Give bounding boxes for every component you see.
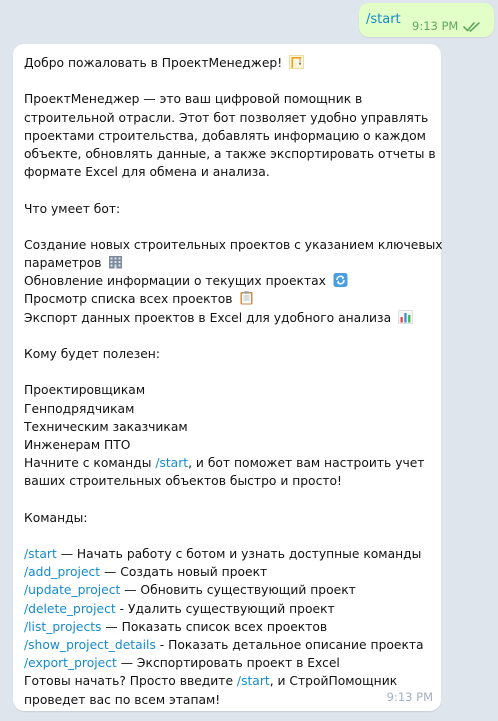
building-emoji [109, 256, 123, 269]
commands-title: Команды: [24, 510, 88, 525]
command-row: /update_project — Обновить существующий … [24, 581, 436, 599]
crane-emoji [289, 55, 304, 69]
closing-prefix: Готовы начать? Просто введите [24, 674, 237, 689]
outgoing-message-meta: 9:13 PM [412, 19, 481, 33]
feature-item: параметров [24, 254, 436, 272]
closing-line: Готовы начать? Просто введите /start, и … [24, 672, 436, 690]
command-row: /list_projects — Показать список всех пр… [24, 618, 436, 636]
feature-item-text: Обновление информации о текущих проектах [24, 274, 326, 289]
command-description: — Создать новый проект [100, 565, 268, 580]
welcome-text: Добро пожаловать в ПроектМенеджер! [24, 56, 283, 70]
refresh-emoji [333, 273, 348, 288]
feature-item-text: Экспорт данных проектов в Excel для удоб… [24, 310, 392, 325]
feature-item: Экспорт данных проектов в Excel для удоб… [24, 309, 436, 327]
double-check-icon [463, 21, 481, 32]
intro-line: объекте, обновлять данные, а также экспо… [24, 146, 436, 161]
command-description: - Показать детальное описание проекта [155, 638, 424, 652]
audience-item: Проектировщикам [24, 383, 146, 398]
command-link-export-project[interactable]: /export_project [24, 656, 117, 670]
command-row: /start — Начать работу с ботом и узнать … [24, 545, 436, 563]
outgoing-message-text: /start [366, 12, 401, 27]
command-link-add-project[interactable]: /add_project [24, 565, 100, 579]
clipboard-emoji [240, 291, 253, 305]
audience-item: Техническим заказчикам [24, 419, 188, 434]
bar-chart-emoji [398, 309, 413, 324]
command-description: — Показать список всех проектов [101, 619, 328, 634]
command-link-start[interactable]: /start [24, 547, 57, 561]
start-hint-line: Начните с команды /start, и бот поможет … [24, 454, 436, 472]
command-description: — Начать работу с ботом и узнать доступн… [56, 547, 422, 562]
start-hint-prefix: Начните с команды [24, 456, 156, 471]
command-link-update-project[interactable]: /update_project [24, 583, 120, 597]
intro-line: строительной отрасли. Этот бот позволяет… [24, 110, 429, 125]
command-description: - Удалить существующий проект [115, 601, 335, 616]
closing-start-command-link[interactable]: /start [237, 674, 270, 688]
intro-line: формате Excel для обмена и анализа. [24, 165, 270, 180]
command-description: — Обновить существующий проект [120, 583, 356, 598]
feature-item-text: параметров [24, 256, 102, 271]
feature-item: Просмотр списка всех проектов [24, 290, 436, 308]
start-command-link[interactable]: /start [155, 456, 188, 470]
feature-item: Обновление информации о текущих проектах [24, 272, 436, 290]
outgoing-message-time: 9:13 PM [412, 19, 459, 33]
command-row: /add_project — Создать новый проект [24, 563, 436, 581]
audience-title: Кому будет полезен: [24, 347, 160, 361]
closing-line-2: проведет вас по всем этапам! [24, 692, 221, 707]
audience-item: Инженерам ПТО [24, 437, 131, 452]
audience-item: Генподрядчикам [24, 401, 135, 416]
command-row: /delete_project - Удалить существующий п… [24, 600, 436, 618]
feature-item-text: Просмотр списка всех проектов [24, 292, 233, 307]
command-description: — Экспортировать проект в Excel [116, 656, 340, 671]
command-link-delete-project[interactable]: /delete_project [24, 602, 116, 616]
outgoing-message-bubble[interactable]: /start 9:13 PM [359, 3, 494, 37]
intro-line: ПроектМенеджер — это ваш цифровой помощн… [24, 92, 363, 107]
intro-line: проектами строительства, добавлять инфор… [24, 128, 426, 143]
command-row: /export_project — Экспортировать проект … [24, 654, 436, 672]
incoming-message-bubble[interactable]: Добро пожаловать в ПроектМенеджер! Проек… [13, 44, 443, 711]
closing-suffix: , и СтройПомощник [269, 674, 398, 689]
command-link-list-projects[interactable]: /list_projects [24, 620, 101, 634]
command-row: /show_project_details - Показать детальн… [24, 636, 436, 654]
message-body: Добро пожаловать в ПроектМенеджер! Проек… [24, 54, 443, 709]
start-hint-suffix: , и бот поможет вам настроить учет [188, 456, 425, 471]
welcome-line: Добро пожаловать в ПроектМенеджер! [24, 54, 436, 72]
incoming-message-time: 9:13 PM [386, 690, 433, 704]
feature-item: Создание новых строительных проектов с у… [24, 237, 443, 252]
features-title: Что умеет бот: [24, 201, 121, 216]
command-link-show-project-details[interactable]: /show_project_details [24, 638, 156, 652]
start-hint-line-2: ваших строительных объектов быстро и про… [24, 474, 342, 489]
